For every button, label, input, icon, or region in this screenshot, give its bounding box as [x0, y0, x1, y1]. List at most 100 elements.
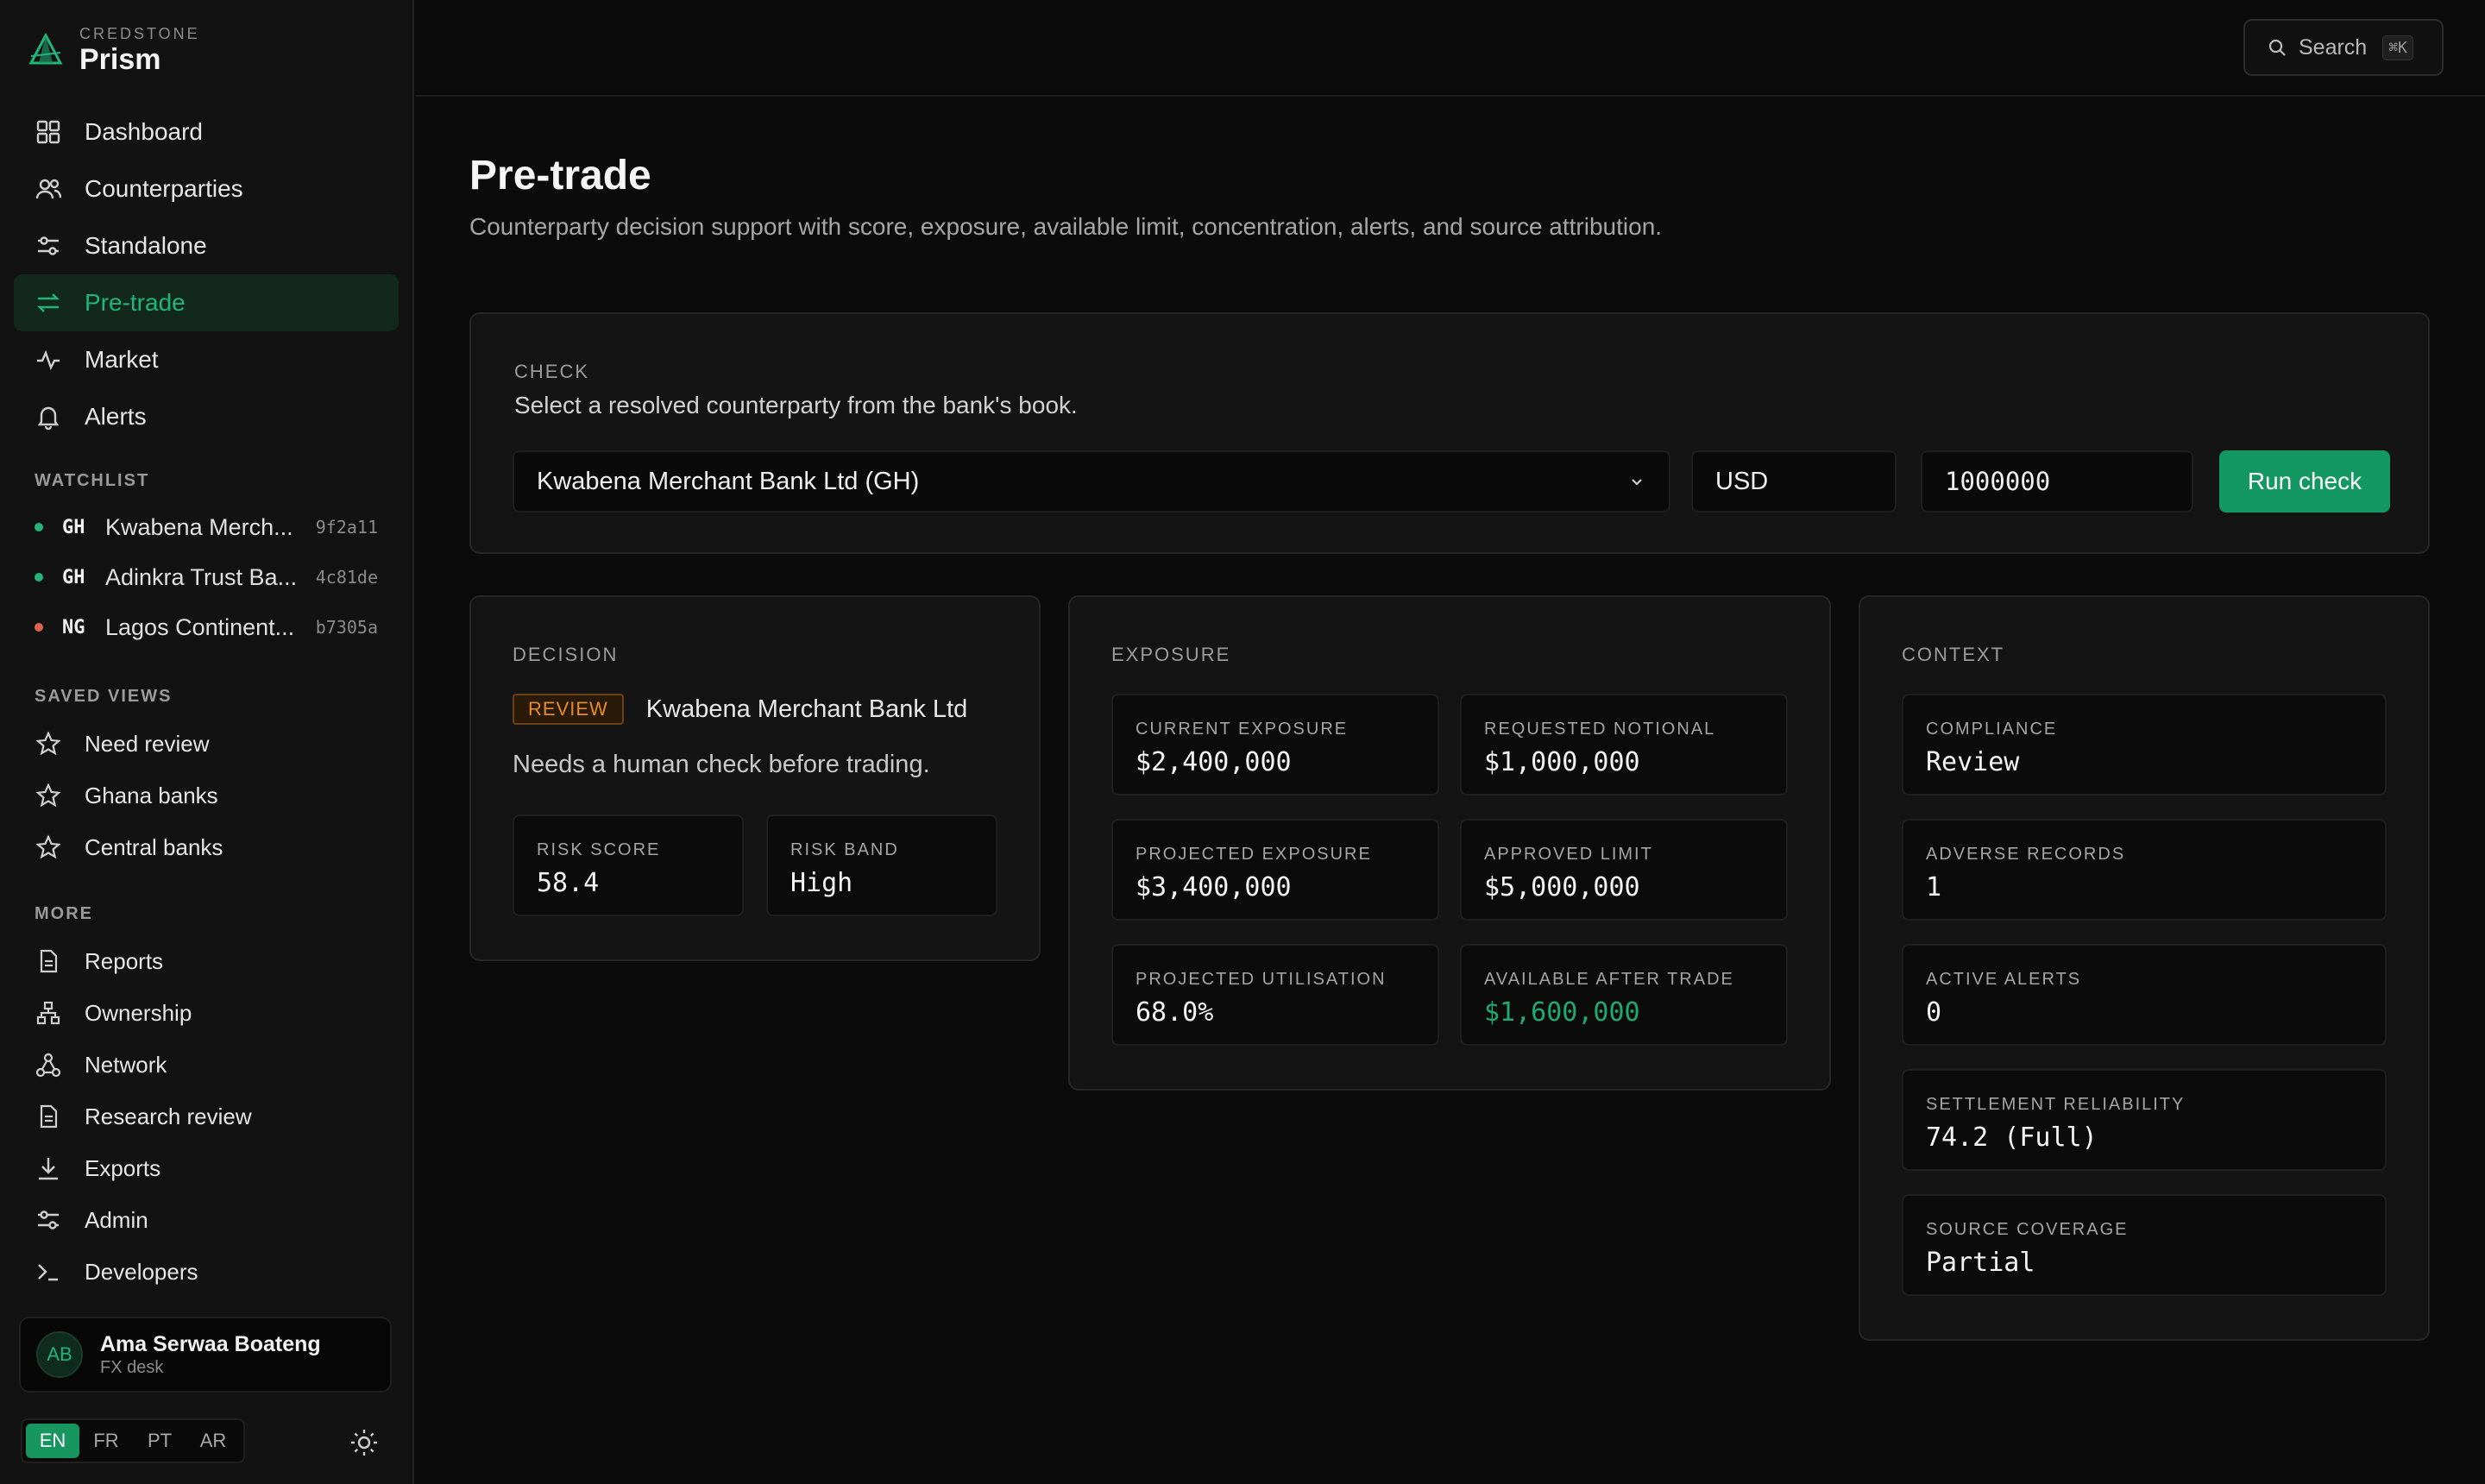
- nav-item-dashboard[interactable]: Dashboard: [14, 104, 399, 160]
- saved-views-heading: SAVED VIEWS: [35, 687, 173, 706]
- sliders-icon: [35, 1206, 62, 1234]
- stat-value: 1: [1926, 872, 1942, 902]
- decision-card: DECISION REVIEW Kwabena Merchant Bank Lt…: [469, 595, 1041, 961]
- user-card[interactable]: AB Ama Serwaa Boateng FX desk: [19, 1317, 392, 1393]
- nav-item-reports[interactable]: Reports: [14, 935, 399, 987]
- avatar: AB: [36, 1331, 83, 1378]
- page-subtitle: Counterparty decision support with score…: [469, 213, 1663, 240]
- hierarchy-icon: [35, 999, 62, 1027]
- stat-label: CURRENT EXPOSURE: [1136, 720, 1349, 739]
- grid-icon: [35, 118, 62, 146]
- watchlist-item[interactable]: GH Kwabena Merch... 9f2a11: [14, 502, 399, 552]
- saved-view-ghana-banks[interactable]: Ghana banks: [14, 770, 399, 821]
- nav-label: Network: [85, 1051, 167, 1078]
- decision-label: DECISION: [513, 644, 619, 665]
- watchlist-name: Lagos Continent...: [105, 613, 295, 640]
- watchlist: GH Kwabena Merch... 9f2a11 GH Adinkra Tr…: [14, 502, 399, 652]
- approved-limit-stat: APPROVED LIMIT $5,000,000: [1460, 819, 1788, 921]
- run-check-button[interactable]: Run check: [2219, 450, 2390, 512]
- nav-label: Pre-trade: [85, 289, 186, 316]
- language-fr[interactable]: FR: [79, 1424, 133, 1458]
- stat-value: $3,400,000: [1136, 872, 1292, 902]
- stat-label: SETTLEMENT RELIABILITY: [1926, 1095, 2186, 1114]
- brand-kicker: CREDSTONE: [79, 25, 200, 42]
- stat-value: Partial: [1926, 1248, 2035, 1278]
- more-heading: MORE: [35, 904, 93, 923]
- sidebar: CREDSTONE Prism Dashboard Counterparties…: [0, 0, 414, 1484]
- nav-item-alerts[interactable]: Alerts: [14, 388, 399, 445]
- check-label: CHECK: [514, 361, 590, 382]
- star-icon: [35, 782, 62, 809]
- pulse-icon: [35, 346, 62, 374]
- decision-text: Needs a human check before trading.: [513, 751, 930, 778]
- stat-label: ADVERSE RECORDS: [1926, 845, 2126, 864]
- settlement-reliability-stat: SETTLEMENT RELIABILITY 74.2 (Full): [1902, 1069, 2387, 1171]
- stat-value: 74.2 (Full): [1926, 1122, 2098, 1153]
- stat-label: AVAILABLE AFTER TRADE: [1484, 970, 1734, 989]
- requested-notional-stat: REQUESTED NOTIONAL $1,000,000: [1460, 694, 1788, 795]
- chevron-down-icon: [1632, 479, 1642, 486]
- nav-item-counterparties[interactable]: Counterparties: [14, 160, 399, 217]
- watchlist-item[interactable]: NG Lagos Continent... b7305a: [14, 602, 399, 652]
- watchlist-name: Kwabena Merch...: [105, 513, 293, 540]
- stat-value: 68.0%: [1136, 997, 1214, 1028]
- risk-band-stat: RISK BAND High: [766, 814, 997, 916]
- watchlist-name: Adinkra Trust Ba...: [105, 563, 298, 590]
- nav-item-developers[interactable]: Developers: [14, 1246, 399, 1298]
- stat-label: COMPLIANCE: [1926, 720, 2058, 739]
- amount-input[interactable]: 1000000: [1921, 450, 2193, 512]
- currency-field[interactable]: USD: [1691, 450, 1897, 512]
- nav-item-pre-trade[interactable]: Pre-trade: [14, 274, 399, 331]
- search-button[interactable]: Search ⌘K: [2243, 19, 2444, 76]
- language-pt[interactable]: PT: [133, 1424, 186, 1458]
- counterparty-select[interactable]: Kwabena Merchant Bank Ltd (GH): [513, 450, 1670, 512]
- nav-item-research-review[interactable]: Research review: [14, 1091, 399, 1142]
- user-role: FX desk: [100, 1358, 164, 1377]
- stat-label: REQUESTED NOTIONAL: [1484, 720, 1716, 739]
- status-dot: [35, 523, 43, 531]
- topbar: Search ⌘K: [416, 0, 2485, 97]
- language-ar[interactable]: AR: [186, 1424, 240, 1458]
- check-hint: Select a resolved counterparty from the …: [514, 392, 1078, 418]
- saved-view-label: Central banks: [85, 833, 223, 860]
- saved-view-label: Need review: [85, 730, 210, 757]
- nav-label: Reports: [85, 947, 164, 974]
- active-alerts-stat: ACTIVE ALERTS 0: [1902, 944, 2387, 1046]
- stat-label: ACTIVE ALERTS: [1926, 970, 2082, 989]
- star-icon: [35, 833, 62, 861]
- nav-item-admin[interactable]: Admin: [14, 1194, 399, 1246]
- stat-value: High: [790, 868, 853, 898]
- projected-utilisation-stat: PROJECTED UTILISATION 68.0%: [1111, 944, 1439, 1046]
- source-coverage-stat: SOURCE COVERAGE Partial: [1902, 1194, 2387, 1296]
- language-switcher: EN FR PT AR: [21, 1418, 245, 1463]
- country-code: GH: [62, 566, 85, 588]
- language-en[interactable]: EN: [26, 1424, 79, 1458]
- decision-header: REVIEW Kwabena Merchant Bank Ltd: [513, 694, 967, 725]
- watchlist-heading: WATCHLIST: [35, 471, 150, 490]
- saved-view-central-banks[interactable]: Central banks: [14, 821, 399, 873]
- search-icon: [2268, 39, 2286, 56]
- stat-value: $1,000,000: [1484, 747, 1640, 777]
- document-icon: [35, 947, 62, 975]
- nav-item-market[interactable]: Market: [14, 331, 399, 388]
- compliance-stat: COMPLIANCE Review: [1902, 694, 2387, 795]
- theme-toggle-sun-icon[interactable]: [347, 1425, 381, 1460]
- stat-value: $1,600,000: [1484, 997, 1640, 1028]
- country-code: NG: [62, 616, 85, 638]
- nav-label: Research review: [85, 1103, 252, 1129]
- saved-view-need-review[interactable]: Need review: [14, 718, 399, 770]
- counterparty-value: Kwabena Merchant Bank Ltd (GH): [537, 467, 920, 495]
- exposure-label: EXPOSURE: [1111, 644, 1231, 665]
- swap-icon: [35, 289, 62, 317]
- current-exposure-stat: CURRENT EXPOSURE $2,400,000: [1111, 694, 1439, 795]
- stat-label: RISK BAND: [790, 840, 899, 859]
- status-badge: REVIEW: [513, 694, 624, 725]
- nav-item-standalone[interactable]: Standalone: [14, 217, 399, 274]
- nav-item-network[interactable]: Network: [14, 1039, 399, 1091]
- download-icon: [35, 1154, 62, 1182]
- prism-logo-icon: [28, 32, 63, 65]
- watchlist-item[interactable]: GH Adinkra Trust Ba... 4c81de: [14, 552, 399, 602]
- nav-item-exports[interactable]: Exports: [14, 1142, 399, 1194]
- brand[interactable]: CREDSTONE Prism: [28, 24, 200, 76]
- nav-item-ownership[interactable]: Ownership: [14, 987, 399, 1039]
